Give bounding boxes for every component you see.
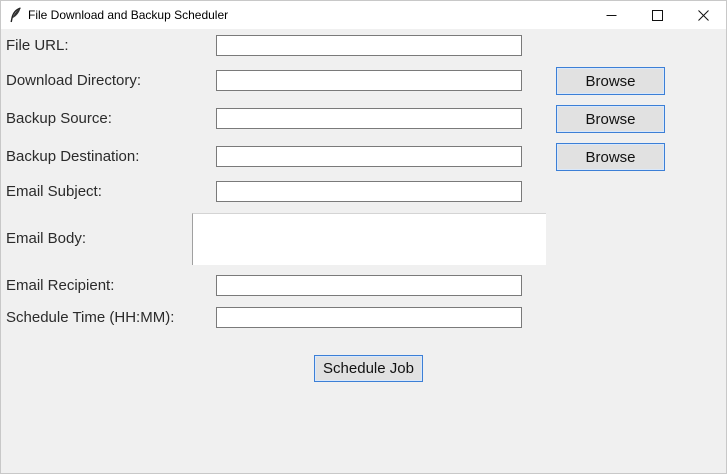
email-recipient-input[interactable] [216,275,522,296]
backup-source-label: Backup Source: [6,110,112,127]
app-window: File Download and Backup Scheduler File … [0,0,727,474]
file-url-label: File URL: [6,37,69,54]
close-button[interactable] [680,1,726,29]
download-directory-input[interactable] [216,70,522,91]
download-directory-label: Download Directory: [6,72,142,89]
schedule-time-input[interactable] [216,307,522,328]
window-title: File Download and Backup Scheduler [28,8,229,22]
schedule-job-button[interactable]: Schedule Job [314,355,423,382]
minimize-button[interactable] [588,1,634,29]
title-bar[interactable]: File Download and Backup Scheduler [1,1,726,29]
backup-source-input[interactable] [216,108,522,129]
email-subject-label: Email Subject: [6,183,102,200]
backup-destination-label: Backup Destination: [6,148,140,165]
browse-backup-destination-button[interactable]: Browse [556,143,665,171]
minimize-icon [606,10,617,21]
feather-icon [9,7,23,23]
email-recipient-label: Email Recipient: [6,277,115,294]
schedule-time-label: Schedule Time (HH:MM): [6,309,175,326]
close-icon [697,9,709,21]
backup-destination-input[interactable] [216,146,522,167]
email-subject-input[interactable] [216,181,522,202]
maximize-button[interactable] [634,1,680,29]
browse-download-directory-button[interactable]: Browse [556,67,665,95]
email-body-label: Email Body: [6,230,87,247]
file-url-input[interactable] [216,35,522,56]
maximize-icon [651,9,663,21]
browse-backup-source-button[interactable]: Browse [556,105,665,133]
email-body-textarea[interactable] [192,213,546,265]
